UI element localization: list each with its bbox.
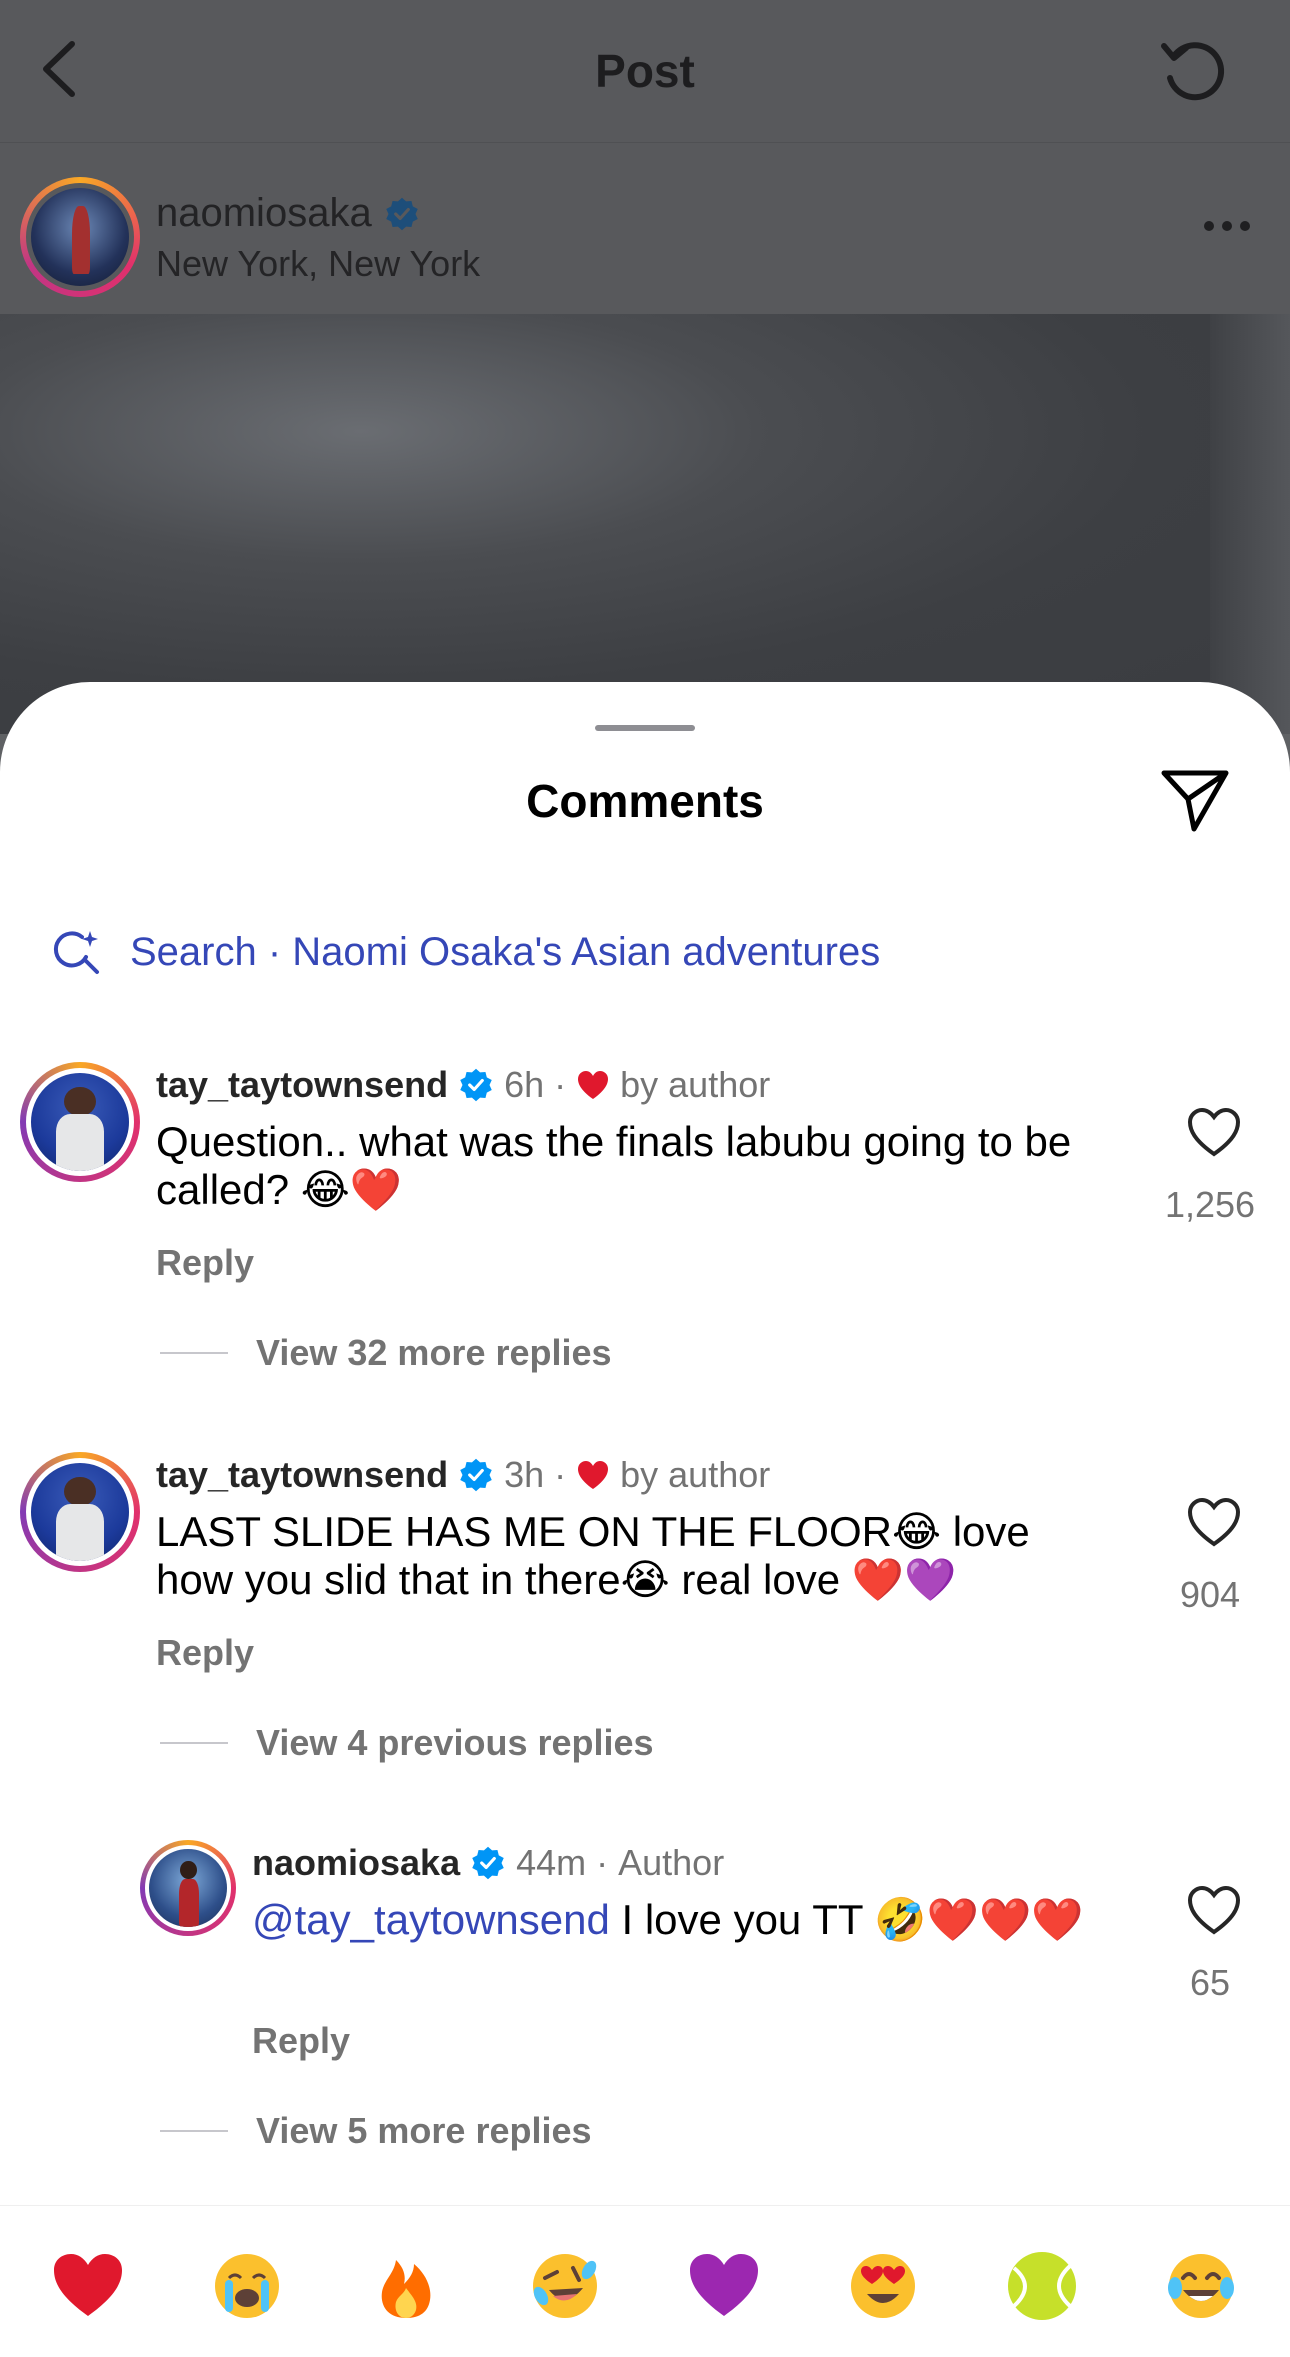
heart-eyes-icon[interactable] [843,2246,923,2326]
refresh-icon[interactable] [1156,34,1230,108]
verified-badge-icon [460,1458,492,1492]
divider-line [160,1742,228,1744]
red-heart-icon[interactable] [48,2246,128,2326]
rolling-laughing-icon[interactable] [525,2246,605,2326]
liked-heart-icon [578,1071,609,1099]
share-icon[interactable] [1160,767,1230,833]
verified-badge-icon [472,1846,504,1880]
post-image [0,314,1290,734]
tennis-ball-icon[interactable] [1002,2246,1082,2326]
purple-heart-icon[interactable] [684,2246,764,2326]
heart-icon[interactable] [1186,1106,1242,1158]
more-options-icon[interactable] [1204,221,1250,231]
heart-icon[interactable] [1186,1496,1242,1548]
view-replies-label[interactable]: View 32 more replies [256,1332,612,1374]
view-replies-button[interactable]: View 4 previous replies [160,1722,654,1764]
comment-username[interactable]: tay_taytownsend [156,1064,448,1106]
liked-by-author: by author [620,1454,771,1495]
reply-button[interactable]: Reply [252,2020,350,2062]
fire-icon[interactable] [366,2246,446,2326]
separator-dot: · [554,1064,567,1105]
comment-text: Question.. what was the finals labubu go… [156,1118,1072,1213]
sheet-drag-handle[interactable] [595,725,695,731]
reply-button[interactable]: Reply [156,1242,254,1284]
avatar[interactable] [140,1840,236,1936]
avatar[interactable] [20,1062,140,1182]
post-username[interactable]: naomiosaka [156,191,372,236]
top-bar: Post [0,0,1290,142]
comment-body: I love you TT 🤣❤️❤️❤️ [609,1896,1084,1943]
verified-badge-icon [385,197,418,230]
separator-dot: · [554,1454,567,1495]
comment-header: tay_taytownsend 3h · by author [156,1454,770,1496]
like-count: 904 [1179,1574,1241,1615]
comment-header: tay_taytownsend 6h · by author [156,1064,770,1106]
comment-time: 44m [516,1842,587,1883]
search-suggestion-text[interactable]: Search · Naomi Osaka's Asian adventures [130,930,880,975]
post-username-row[interactable]: naomiosaka [156,191,420,236]
view-replies-label[interactable]: View 4 previous replies [256,1722,654,1764]
like-count: 1,256 [1164,1184,1256,1225]
comment-username[interactable]: tay_taytownsend [156,1454,448,1496]
avatar[interactable] [20,177,140,297]
comment-time: 3h [504,1454,545,1495]
search-suggestion[interactable]: Search · Naomi Osaka's Asian adventures [52,927,880,977]
emoji-reaction-bar [0,2205,1290,2357]
view-replies-button[interactable]: View 32 more replies [160,1332,612,1374]
tears-of-joy-icon[interactable] [1161,2246,1241,2326]
comment-text: LAST SLIDE HAS ME ON THE FLOOR😂 love how… [156,1508,1030,1603]
mention-link[interactable]: @tay_taytownsend [252,1896,610,1943]
loudly-crying-icon[interactable] [207,2246,287,2326]
heart-icon[interactable] [1186,1884,1242,1936]
author-label: Author [618,1842,725,1883]
post-header: naomiosaka New York, New York [0,142,1290,314]
view-replies-label[interactable]: View 5 more replies [256,2110,592,2152]
divider-line [160,1352,228,1354]
verified-badge-icon [460,1068,492,1102]
separator-dot: · [596,1842,609,1883]
reply-button[interactable]: Reply [156,1632,254,1674]
comment-text: @tay_taytownsend I love you TT 🤣❤️❤️❤️ [252,1896,1092,1944]
comment-header: naomiosaka 44m · Author [252,1842,724,1884]
page-title: Post [595,45,695,97]
sheet-title: Comments [526,775,764,827]
divider-line [160,2130,228,2132]
like-count: 65 [1189,1962,1231,2003]
comment-username[interactable]: naomiosaka [252,1842,460,1884]
comment-time: 6h [504,1064,545,1105]
ai-search-icon [53,931,99,974]
avatar[interactable] [20,1452,140,1572]
liked-by-author: by author [620,1064,771,1105]
view-replies-button[interactable]: View 5 more replies [160,2110,592,2152]
liked-heart-icon [578,1461,609,1489]
comments-sheet: Comments Search · Naomi Osaka's Asian ad… [0,682,1290,2357]
post-location[interactable]: New York, New York [156,243,480,285]
